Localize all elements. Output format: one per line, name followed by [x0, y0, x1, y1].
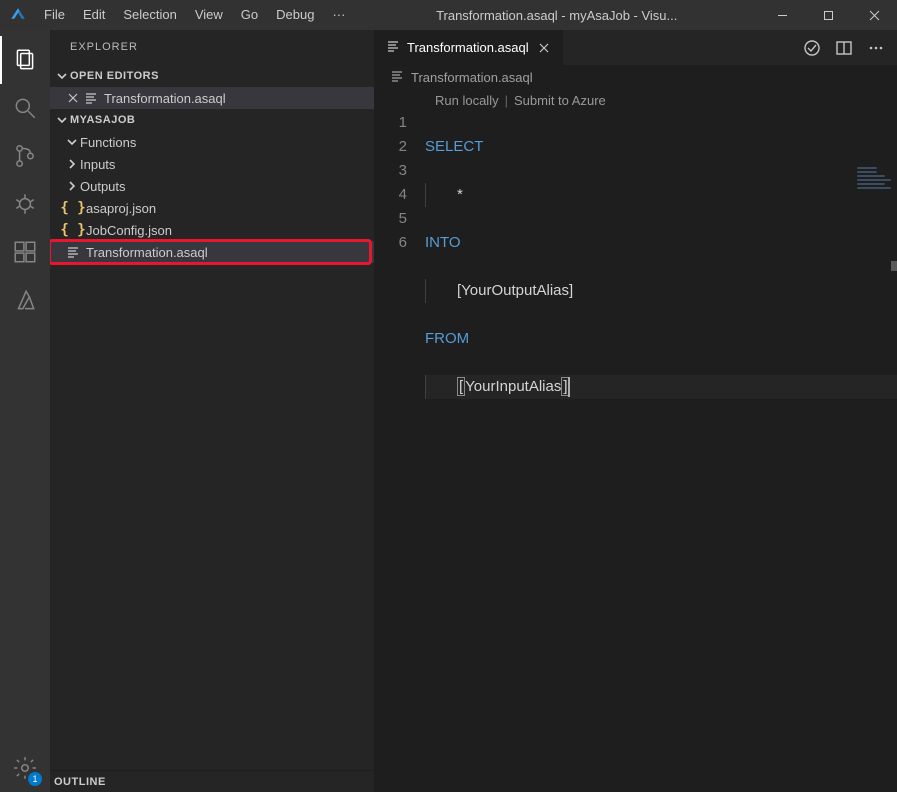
- line-number: 3: [375, 159, 407, 183]
- activity-source-control[interactable]: [0, 132, 50, 180]
- keyword: FROM: [425, 330, 469, 347]
- codelens-bar: Run locally | Submit to Azure: [375, 89, 897, 111]
- more-actions-icon[interactable]: [861, 33, 891, 63]
- menu-overflow[interactable]: ···: [323, 0, 354, 30]
- line-number: 5: [375, 207, 407, 231]
- line-number: 1: [375, 111, 407, 135]
- folder-label: Inputs: [80, 157, 115, 172]
- settings-badge: 1: [28, 772, 42, 786]
- open-editors-section[interactable]: OPEN EDITORS: [50, 65, 374, 87]
- open-editors-list: Transformation.asaql: [50, 87, 374, 109]
- codelens-separator: |: [505, 93, 508, 108]
- split-editor-icon[interactable]: [829, 33, 859, 63]
- outline-label: OUTLINE: [54, 776, 106, 788]
- activity-bar: 1: [0, 30, 50, 792]
- menu-edit[interactable]: Edit: [74, 0, 114, 30]
- minimize-button[interactable]: [759, 0, 805, 30]
- file-tree: Functions Inputs Outputs { } asaproj.jso…: [50, 131, 374, 263]
- line-gutter: 1 2 3 4 5 6: [375, 111, 425, 792]
- maximize-button[interactable]: [805, 0, 851, 30]
- menu-selection[interactable]: Selection: [114, 0, 185, 30]
- token: *: [457, 186, 463, 203]
- keyword: INTO: [425, 234, 461, 251]
- folder-label: Functions: [80, 135, 136, 150]
- chevron-right-icon: [64, 158, 80, 170]
- identifier: YourOutputAlias: [461, 282, 569, 299]
- breadcrumb-label: Transformation.asaql: [411, 70, 533, 85]
- tree-folder-outputs[interactable]: Outputs: [50, 175, 374, 197]
- close-icon[interactable]: [64, 91, 82, 105]
- close-icon[interactable]: [535, 39, 553, 57]
- workspace-section[interactable]: MYASAJOB: [50, 109, 374, 131]
- code-editor[interactable]: 1 2 3 4 5 6 SELECT * INTO [YourOutputAli…: [375, 111, 897, 792]
- menu-file[interactable]: File: [35, 0, 74, 30]
- activity-debug[interactable]: [0, 180, 50, 228]
- tab-label: Transformation.asaql: [407, 40, 529, 55]
- keyword: SELECT: [425, 138, 483, 155]
- code-content[interactable]: SELECT * INTO [YourOutputAlias] FROM [Yo…: [425, 111, 897, 792]
- activity-explorer[interactable]: [0, 36, 50, 84]
- open-editor-label: Transformation.asaql: [104, 91, 226, 106]
- file-icon: [389, 68, 405, 87]
- open-editors-label: OPEN EDITORS: [70, 70, 159, 82]
- activity-extensions[interactable]: [0, 228, 50, 276]
- codelens-run-locally[interactable]: Run locally: [435, 93, 499, 108]
- menu-view[interactable]: View: [186, 0, 232, 30]
- outline-section[interactable]: OUTLINE: [50, 770, 374, 792]
- editor-tab[interactable]: Transformation.asaql: [375, 30, 564, 65]
- tree-file-asaproj[interactable]: { } asaproj.json: [50, 197, 374, 219]
- chevron-down-icon: [54, 70, 70, 82]
- file-icon: [82, 90, 100, 106]
- editor-tabs: Transformation.asaql: [375, 30, 897, 65]
- tree-folder-inputs[interactable]: Inputs: [50, 153, 374, 175]
- file-icon: [385, 38, 401, 57]
- minimap[interactable]: [857, 167, 893, 197]
- activity-search[interactable]: [0, 84, 50, 132]
- editor-actions: [797, 30, 897, 65]
- line-number: 4: [375, 183, 407, 207]
- line-number: 6: [375, 231, 407, 255]
- line-number: 2: [375, 135, 407, 159]
- chevron-down-icon: [64, 136, 80, 148]
- open-editor-item[interactable]: Transformation.asaql: [50, 87, 374, 109]
- breadcrumb[interactable]: Transformation.asaql: [375, 65, 897, 89]
- text-cursor: [568, 377, 570, 397]
- activity-azure[interactable]: [0, 276, 50, 324]
- file-label: asaproj.json: [86, 201, 156, 216]
- folder-label: Outputs: [80, 179, 126, 194]
- chevron-right-icon: [64, 180, 80, 192]
- explorer-title: EXPLORER: [50, 30, 374, 65]
- codelens-submit-azure[interactable]: Submit to Azure: [514, 93, 606, 108]
- file-icon: [64, 244, 82, 260]
- main-menu: File Edit Selection View Go Debug ···: [35, 0, 354, 30]
- menu-go[interactable]: Go: [232, 0, 267, 30]
- workspace-label: MYASAJOB: [70, 114, 135, 126]
- file-label: Transformation.asaql: [86, 245, 208, 260]
- app-logo: [0, 6, 35, 24]
- run-action-icon[interactable]: [797, 33, 827, 63]
- identifier: YourInputAlias: [465, 378, 561, 395]
- window-controls: [759, 0, 897, 30]
- close-button[interactable]: [851, 0, 897, 30]
- window-title: Transformation.asaql - myAsaJob - Visu..…: [354, 8, 759, 23]
- editor-group: Transformation.asaql Transformation.asaq…: [375, 30, 897, 792]
- json-icon: { }: [64, 222, 82, 238]
- explorer-sidebar: EXPLORER OPEN EDITORS Transformation.asa…: [50, 30, 375, 792]
- titlebar: File Edit Selection View Go Debug ··· Tr…: [0, 0, 897, 30]
- scrollbar-thumb[interactable]: [891, 261, 897, 271]
- activity-settings[interactable]: 1: [0, 744, 50, 792]
- menu-debug[interactable]: Debug: [267, 0, 323, 30]
- tree-file-transformation[interactable]: Transformation.asaql: [50, 241, 374, 263]
- chevron-down-icon: [54, 114, 70, 126]
- tree-folder-functions[interactable]: Functions: [50, 131, 374, 153]
- tree-file-jobconfig[interactable]: { } JobConfig.json: [50, 219, 374, 241]
- file-label: JobConfig.json: [86, 223, 172, 238]
- json-icon: { }: [64, 200, 82, 216]
